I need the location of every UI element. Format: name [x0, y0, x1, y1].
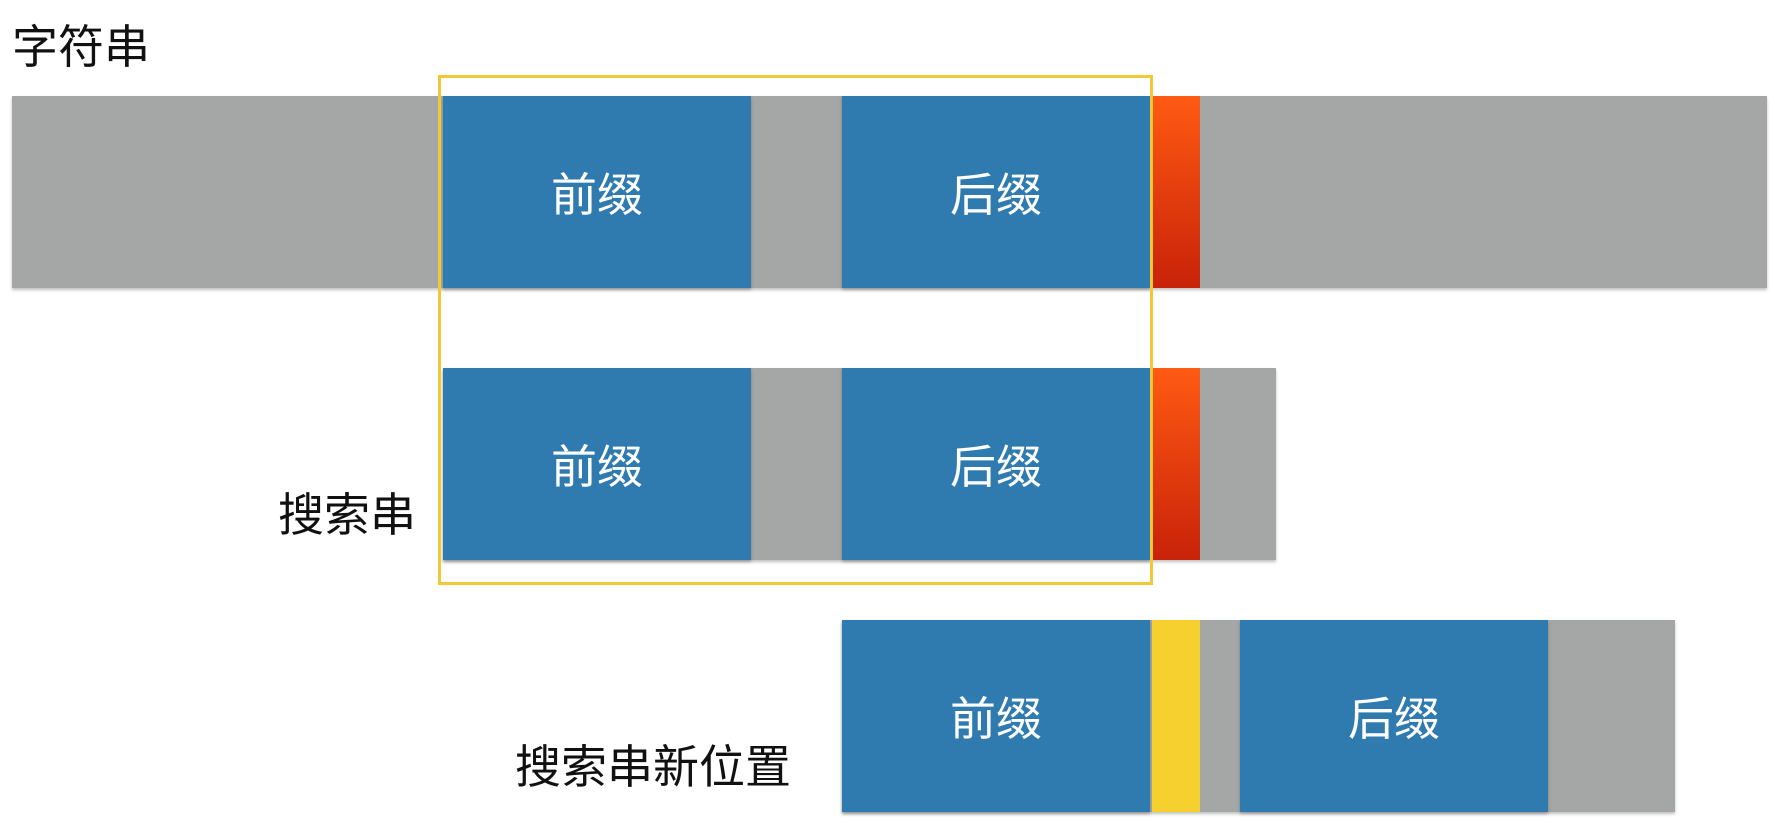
- search-new-prefix-label: 前缀: [950, 692, 1042, 746]
- string-mismatch-marker: [1152, 96, 1200, 288]
- match-highlight-frame: [438, 75, 1153, 585]
- search-mismatch-marker: [1152, 368, 1200, 560]
- string-label: 字符串: [12, 20, 150, 74]
- search-new-suffix-label: 后缀: [1348, 692, 1440, 746]
- search-new-marker: [1152, 620, 1200, 812]
- search-new-prefix-block: 前缀: [842, 620, 1150, 812]
- search-new-position-label: 搜索串新位置: [515, 740, 791, 794]
- search-new-suffix-block: 后缀: [1240, 620, 1548, 812]
- search-string-label: 搜索串: [278, 488, 416, 542]
